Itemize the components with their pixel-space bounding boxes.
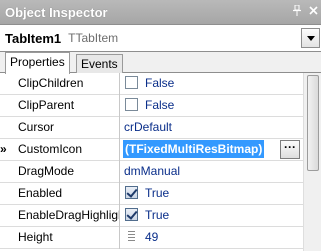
property-name: ClipChildren [17,73,120,95]
selected-row-marker-icon: » [0,142,7,156]
property-name: ClipParent [17,95,120,117]
title-bar: Object Inspector [0,0,321,24]
property-value-text: False [145,98,175,112]
property-value: True [123,183,303,205]
property-value-text: False [145,76,175,90]
property-row-cursor[interactable]: Cursor crDefault [0,117,303,139]
chevron-down-icon [306,35,315,41]
scrollbar-thumb[interactable] [307,75,319,171]
property-value-text: True [145,208,170,222]
property-grid: ClipChildren False ClipParent False Curs… [0,73,321,251]
object-class: TTabItem [68,31,119,45]
property-row-dragmode[interactable]: DragMode dmManual [0,161,303,183]
property-name: Enabled [17,183,120,205]
property-row-enabledraghighlight[interactable]: EnableDragHighlight True [0,205,303,227]
property-value[interactable]: (TFixedMultiResBitmap) ··· [123,139,303,161]
property-value: True [123,205,303,227]
numeric-spin-icon [125,230,138,243]
pin-icon[interactable] [289,4,305,19]
object-name: TabItem1 [5,30,62,46]
tab-properties[interactable]: Properties [5,52,70,74]
property-value-text: dmManual [124,164,181,178]
property-name: DragMode [17,161,120,183]
property-row-enabled[interactable]: Enabled True [0,183,303,205]
property-value-text: 49 [145,230,159,244]
window-title: Object Inspector [5,4,108,20]
property-name: EnableDragHighlight [17,205,120,227]
vertical-scrollbar[interactable] [303,73,321,251]
property-name: Cursor [17,117,120,139]
close-icon[interactable] [305,6,321,18]
checkbox-clipparent[interactable] [125,98,138,111]
property-value-selected: (TFixedMultiResBitmap) [123,140,265,158]
checkbox-enabled[interactable] [125,186,138,199]
checkbox-clipchildren[interactable] [125,76,138,89]
dropdown-button[interactable] [301,28,320,48]
property-value-text: crDefault [124,120,173,134]
property-value: False [123,95,303,117]
property-value-text: True [145,186,170,200]
property-row-clipparent[interactable]: ClipParent False [0,95,303,117]
property-value[interactable]: 49 [123,227,303,249]
property-name: Height [17,227,120,249]
property-row-height[interactable]: Height 49 [0,227,303,249]
property-name: CustomIcon [17,139,120,161]
property-value[interactable]: crDefault [123,117,303,139]
property-value: False [123,73,303,95]
property-value[interactable]: dmManual [123,161,303,183]
tab-bar: Properties Events [0,52,321,74]
property-row-clipchildren[interactable]: ClipChildren False [0,73,303,95]
ellipsis-button[interactable]: ··· [280,140,300,159]
property-row-customicon[interactable]: » CustomIcon (TFixedMultiResBitmap) ··· [0,139,303,161]
object-selector[interactable]: TabItem1 TTabItem [0,24,321,52]
tab-events[interactable]: Events [76,54,123,73]
checkbox-enabledraghighlight[interactable] [125,208,138,221]
